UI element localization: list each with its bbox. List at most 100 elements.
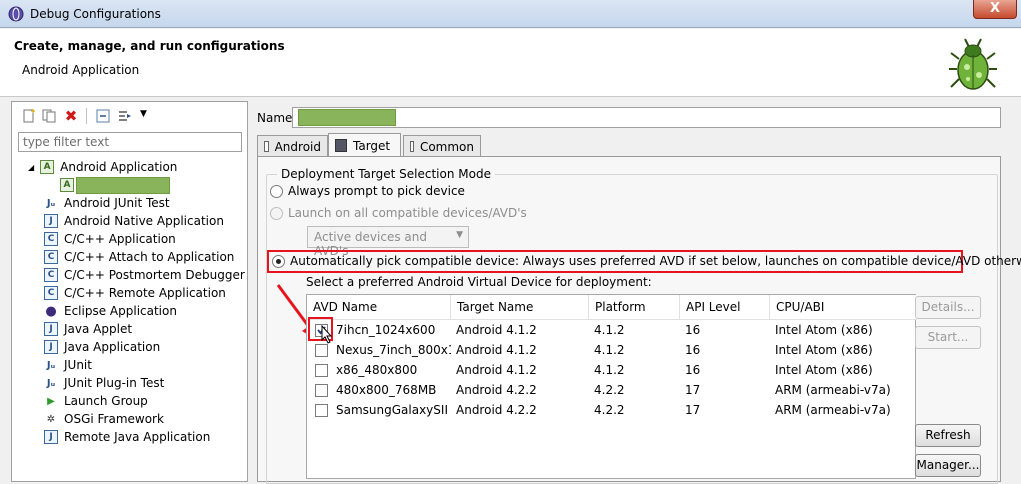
- avd-table: AVD Name Target Name Platform API Level …: [306, 294, 917, 479]
- tree-item-label: Eclipse Application: [64, 304, 177, 318]
- duplicate-icon: [42, 109, 56, 123]
- tree-item-label: Java Application: [64, 340, 161, 354]
- avd-checkbox[interactable]: [315, 404, 328, 417]
- cell-platform: 4.1.2: [594, 343, 625, 357]
- cell-platform: 4.2.2: [594, 383, 625, 397]
- tree-item-osgi-framework[interactable]: ✲ OSGi Framework: [12, 410, 247, 428]
- avd-prompt: Select a preferred Android Virtual Devic…: [306, 275, 652, 289]
- avd-checkbox[interactable]: [315, 344, 328, 357]
- cell-platform: 4.1.2: [594, 323, 625, 337]
- tree-item-junit[interactable]: Jᵤ JUnit: [12, 356, 247, 374]
- option-always-prompt[interactable]: Always prompt to pick device: [270, 184, 465, 198]
- refresh-button[interactable]: Refresh: [915, 424, 981, 447]
- filter-button[interactable]: [116, 107, 134, 125]
- col-header-avd-name[interactable]: AVD Name: [307, 295, 451, 319]
- tree-item-label: Android JUnit Test: [64, 196, 170, 210]
- details-button[interactable]: Details...: [915, 296, 981, 319]
- option-label: Always prompt to pick device: [288, 184, 465, 198]
- tree-item-c-c-attach-to-application[interactable]: C C/C++ Attach to Application: [12, 248, 247, 266]
- tree-item-android-native-application[interactable]: J Android Native Application: [12, 212, 247, 230]
- mouse-cursor-icon: [321, 325, 333, 344]
- cell-target: Android 4.1.2: [456, 363, 537, 377]
- tree-item-launch-group[interactable]: ▶ Launch Group: [12, 392, 247, 410]
- tree-item-c-c-remote-application[interactable]: C C/C++ Remote Application: [12, 284, 247, 302]
- header-subtitle: Android Application: [22, 63, 140, 77]
- android-config-icon: A: [60, 178, 74, 192]
- launch-type-icon: C: [44, 268, 58, 282]
- cell-target: Android 4.2.2: [456, 403, 537, 417]
- filter-input[interactable]: type filter text: [18, 132, 242, 152]
- configuration-tree-panel: ✖ ▼ type filter text ◢ A Android Applica…: [11, 101, 248, 482]
- cell-cpu: Intel Atom (x86): [775, 343, 873, 357]
- col-header-target-name[interactable]: Target Name: [451, 295, 589, 319]
- avd-checkbox[interactable]: [315, 364, 328, 377]
- tree-item-redacted-config[interactable]: A: [12, 176, 247, 194]
- launch-type-icon: C: [44, 250, 58, 264]
- tab-android[interactable]: Android: [257, 135, 328, 157]
- start-button[interactable]: Start...: [915, 326, 981, 349]
- tree-item-label: Android Application: [60, 160, 178, 174]
- cell-api: 16: [685, 363, 701, 377]
- tree-item-c-c-application[interactable]: C C/C++ Application: [12, 230, 247, 248]
- android-config-icon: A: [40, 160, 55, 174]
- chevron-down-icon: ▼: [456, 230, 463, 240]
- toolbar-divider: [86, 108, 87, 124]
- cell-cpu: Intel Atom (x86): [775, 363, 873, 377]
- tree-item-label: Launch Group: [64, 394, 148, 408]
- new-config-button[interactable]: [20, 107, 38, 125]
- duplicate-button[interactable]: [40, 107, 58, 125]
- tab-target[interactable]: Target: [328, 133, 401, 157]
- tree-item-label: Java Applet: [64, 322, 133, 336]
- debug-bug-icon: [949, 38, 997, 90]
- avd-table-row[interactable]: 480x800_768MB Android 4.2.2 4.2.2 17 ARM (ar…: [307, 380, 917, 400]
- manager-button[interactable]: Manager...: [915, 454, 981, 477]
- col-header-cpu-abi[interactable]: CPU/ABI: [770, 295, 917, 319]
- avd-checkbox[interactable]: [315, 384, 328, 397]
- cell-api: 16: [685, 343, 701, 357]
- tab-common[interactable]: Common: [403, 135, 481, 157]
- cell-cpu: Intel Atom (x86): [775, 323, 873, 337]
- tree-item-label: Android Native Application: [64, 214, 224, 228]
- tree-item-android-junit-test[interactable]: Jᵤ Android JUnit Test: [12, 194, 247, 212]
- collapse-all-button[interactable]: [94, 107, 112, 125]
- delete-icon[interactable]: ✖: [62, 107, 80, 125]
- option-auto-pick[interactable]: Automatically pick compatible device: Al…: [272, 254, 1021, 268]
- launch-type-icon: J: [44, 340, 58, 354]
- close-button[interactable]: X: [973, 0, 1017, 19]
- tree-item-remote-java-application[interactable]: J Remote Java Application: [12, 428, 247, 446]
- radio-button[interactable]: [270, 185, 283, 198]
- tree-root-android-application[interactable]: ◢ A Android Application: [12, 158, 247, 176]
- tree-item-junit-plug-in-test[interactable]: Jᵤ JUnit Plug-in Test: [12, 374, 247, 392]
- avd-table-row[interactable]: SamsungGalaxySII Android 4.2.2 4.2.2 17 ARM …: [307, 400, 917, 420]
- cell-name: x86_480x800: [336, 363, 418, 377]
- radio-button: [270, 207, 283, 220]
- option-label: Launch on all compatible devices/AVD's: [288, 206, 527, 220]
- radio-button[interactable]: [272, 255, 285, 268]
- new-icon: [23, 109, 35, 123]
- cell-target: Android 4.2.2: [456, 383, 537, 397]
- cell-target: Android 4.1.2: [456, 343, 537, 357]
- device-filter-dropdown: Active devices and AVD's ▼: [307, 226, 469, 258]
- tree-item-label: C/C++ Attach to Application: [64, 250, 235, 264]
- cell-platform: 4.1.2: [594, 363, 625, 377]
- header-title: Create, manage, and run configurations: [14, 39, 285, 53]
- debug-app-icon: [8, 6, 24, 22]
- avd-table-row[interactable]: 7ihcn_1024x600 Android 4.1.2 4.1.2 16 Intel …: [307, 320, 917, 340]
- option-label: Automatically pick compatible device: Al…: [290, 254, 1021, 268]
- avd-table-row[interactable]: Nexus_7inch_800x1... Android 4.1.2 4.1.2 16…: [307, 340, 917, 360]
- avd-table-row[interactable]: x86_480x800 Android 4.1.2 4.1.2 16 Intel Ato…: [307, 360, 917, 380]
- col-header-api-level[interactable]: API Level: [680, 295, 770, 319]
- expand-triangle-icon[interactable]: ◢: [28, 163, 34, 172]
- name-field[interactable]: [292, 107, 1001, 128]
- tree-item-java-application[interactable]: J Java Application: [12, 338, 247, 356]
- tree-item-label: JUnit: [64, 358, 92, 372]
- view-menu-chevron-down-icon[interactable]: ▼: [140, 109, 147, 119]
- tree-item-eclipse-application[interactable]: ● Eclipse Application: [12, 302, 247, 320]
- collapse-icon: [96, 109, 110, 123]
- tree-item-java-applet[interactable]: J Java Applet: [12, 320, 247, 338]
- col-header-platform[interactable]: Platform: [589, 295, 680, 319]
- tree-item-c-c-postmortem-debugger[interactable]: C C/C++ Postmortem Debugger: [12, 266, 247, 284]
- name-label: Name:: [257, 111, 297, 125]
- launch-type-icon: Jᵤ: [46, 359, 56, 371]
- cell-cpu: ARM (armeabi-v7a): [775, 403, 891, 417]
